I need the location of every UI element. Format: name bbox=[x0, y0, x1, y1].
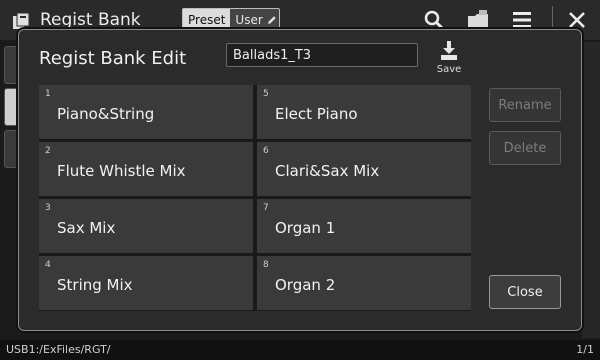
tab-user[interactable]: User bbox=[230, 9, 282, 31]
slot-number: 4 bbox=[45, 260, 51, 270]
slot-label: Elect Piano bbox=[275, 105, 358, 123]
slot-label: Sax Mix bbox=[57, 219, 116, 237]
save-label: Save bbox=[436, 64, 462, 75]
slot-label: Clari&Sax Mix bbox=[275, 162, 380, 180]
regist-bank-icon bbox=[13, 12, 30, 29]
pencil-icon bbox=[267, 16, 276, 24]
slot-label: Organ 1 bbox=[275, 219, 336, 237]
current-path: USB1:/ExFiles/RGT/ bbox=[6, 343, 111, 356]
slot-number: 8 bbox=[263, 260, 269, 270]
slot-label: Piano&String bbox=[57, 105, 155, 123]
slot-number: 7 bbox=[263, 203, 269, 213]
registration-slot-8[interactable]: 8 Organ 2 bbox=[257, 256, 471, 310]
registration-grid: 1 Piano&String 2 Flute Whistle Mix 3 Sax… bbox=[39, 85, 471, 311]
tab-preset[interactable]: Preset bbox=[183, 9, 231, 31]
bank-name-field[interactable]: Ballads1_T3 bbox=[226, 43, 418, 67]
app-title: Regist Bank bbox=[40, 10, 141, 30]
slot-label: String Mix bbox=[57, 276, 133, 294]
save-button[interactable]: Save bbox=[433, 40, 465, 76]
registration-slot-3[interactable]: 3 Sax Mix bbox=[39, 199, 253, 253]
slot-label: Organ 2 bbox=[275, 276, 336, 294]
registration-slot-6[interactable]: 6 Clari&Sax Mix bbox=[257, 142, 471, 196]
registration-slot-5[interactable]: 5 Elect Piano bbox=[257, 85, 471, 139]
rename-button[interactable]: Rename bbox=[489, 88, 561, 122]
tab-user-label: User bbox=[235, 13, 263, 27]
registration-slot-1[interactable]: 1 Piano&String bbox=[39, 85, 253, 139]
slot-number: 2 bbox=[45, 146, 51, 156]
registration-slot-2[interactable]: 2 Flute Whistle Mix bbox=[39, 142, 253, 196]
regist-bank-edit-dialog: Regist Bank Edit Ballads1_T3 Save 1 Pian… bbox=[18, 29, 582, 331]
slot-number: 1 bbox=[45, 89, 51, 99]
slot-number: 6 bbox=[263, 146, 269, 156]
dialog-title: Regist Bank Edit bbox=[39, 48, 187, 69]
save-icon bbox=[441, 41, 457, 60]
slot-number: 3 bbox=[45, 203, 51, 213]
slot-label: Flute Whistle Mix bbox=[57, 162, 186, 180]
registration-slot-4[interactable]: 4 String Mix bbox=[39, 256, 253, 310]
close-button[interactable]: Close bbox=[489, 275, 561, 309]
slot-number: 5 bbox=[263, 89, 269, 99]
delete-button[interactable]: Delete bbox=[489, 131, 561, 165]
registration-slot-7[interactable]: 7 Organ 1 bbox=[257, 199, 471, 253]
page-indicator: 1/1 bbox=[576, 343, 594, 356]
status-bar: USB1:/ExFiles/RGT/ 1/1 bbox=[0, 340, 600, 360]
background-panel bbox=[582, 42, 600, 338]
